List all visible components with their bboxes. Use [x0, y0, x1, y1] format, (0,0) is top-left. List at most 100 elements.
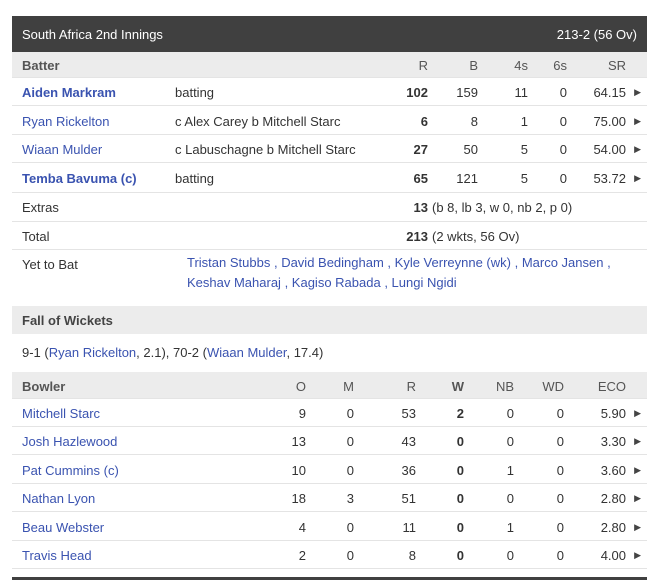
wides-value: 0 — [556, 520, 564, 535]
col-runs: R — [418, 58, 428, 73]
bowling-row: Josh Hazlewood 13 0 43 0 0 0 3.30 ▶ — [12, 427, 647, 455]
triangle-right-icon[interactable]: ▶ — [634, 550, 641, 561]
total-detail: (2 wkts, 56 Ov) — [432, 229, 520, 244]
no-balls-value: 0 — [506, 491, 514, 506]
bowler-name-link[interactable]: Josh Hazlewood — [22, 434, 117, 449]
batter-name-link[interactable]: Wiaan Mulder — [22, 142, 102, 157]
overs-value: 9 — [298, 406, 306, 421]
batter-name-link[interactable]: Aiden Markram — [22, 85, 116, 100]
fours-value: 11 — [514, 85, 529, 100]
player-separator: , — [603, 255, 611, 270]
col-sixes: 6s — [553, 58, 567, 73]
overs-value: 2 — [298, 548, 306, 563]
fall-of-wickets-title: Fall of Wickets — [22, 313, 113, 328]
player-separator: , — [380, 275, 392, 290]
yet-to-bat-player-link[interactable]: Tristan Stubbs — [187, 255, 270, 270]
maidens-value: 0 — [346, 434, 354, 449]
strike-rate-value: 53.72 — [593, 171, 626, 186]
col-batter: Batter — [22, 58, 60, 73]
wickets-value: 0 — [456, 520, 464, 535]
no-balls-value: 0 — [506, 434, 514, 449]
col-no-balls: NB — [495, 379, 514, 394]
maidens-value: 0 — [346, 520, 354, 535]
balls-value: 8 — [470, 114, 478, 129]
col-bowler: Bowler — [22, 379, 66, 394]
col-economy: ECO — [597, 379, 626, 394]
sixes-value: 0 — [559, 142, 567, 157]
yet-to-bat-player-link[interactable]: Kagiso Rabada — [292, 275, 381, 290]
batting-row: Temba Bavuma (c) batting 65 121 5 0 53.72 ▶ — [12, 164, 647, 193]
wickets-value: 0 — [456, 491, 464, 506]
player-separator: , — [280, 275, 292, 290]
maidens-value: 0 — [346, 406, 354, 421]
total-label: Total — [22, 229, 50, 244]
wickets-value: 0 — [456, 434, 464, 449]
maidens-value: 0 — [346, 463, 354, 478]
fow-2-batter-link[interactable]: Wiaan Mulder — [207, 345, 286, 360]
triangle-right-icon[interactable]: ▶ — [634, 144, 641, 155]
fours-value: 1 — [520, 114, 528, 129]
wides-value: 0 — [556, 434, 564, 449]
runs-conceded-value: 43 — [401, 434, 416, 449]
economy-value: 2.80 — [600, 520, 626, 535]
overs-value: 4 — [298, 520, 306, 535]
fall-of-wickets-text: 9-1 (Ryan Rickelton, 2.1), 70-2 (Wiaan M… — [22, 345, 323, 360]
triangle-right-icon[interactable]: ▶ — [634, 436, 641, 447]
col-overs: O — [295, 379, 306, 394]
dismissal-text: batting — [175, 171, 215, 186]
bowling-header-row: Bowler O M R W NB WD ECO — [12, 372, 647, 399]
triangle-right-icon[interactable]: ▶ — [634, 87, 641, 98]
triangle-right-icon[interactable]: ▶ — [634, 408, 641, 419]
wides-value: 0 — [556, 491, 564, 506]
bowler-name-link[interactable]: Beau Webster — [22, 520, 104, 535]
wickets-value: 2 — [456, 406, 464, 421]
triangle-right-icon[interactable]: ▶ — [634, 493, 641, 504]
bowler-name-link[interactable]: Nathan Lyon — [22, 491, 95, 506]
overs-value: 18 — [291, 491, 306, 506]
bowling-row: Beau Webster 4 0 11 0 1 0 2.80 ▶ — [12, 513, 647, 541]
runs-conceded-value: 8 — [408, 548, 416, 563]
fow-1-batter-link[interactable]: Ryan Rickelton — [49, 345, 136, 360]
col-wickets: W — [451, 379, 464, 394]
batter-name-link[interactable]: Ryan Rickelton — [22, 114, 109, 129]
bowling-row: Travis Head 2 0 8 0 0 0 4.00 ▶ — [12, 541, 647, 569]
sixes-value: 0 — [559, 114, 567, 129]
maidens-value: 0 — [346, 548, 354, 563]
runs-conceded-value: 51 — [401, 491, 416, 506]
runs-value: 27 — [413, 142, 428, 157]
fow-1-over: , 2.1), 70-2 ( — [136, 345, 207, 360]
runs-conceded-value: 11 — [402, 520, 417, 535]
no-balls-value: 1 — [506, 463, 514, 478]
yet-to-bat-player-link[interactable]: Keshav Maharaj — [187, 275, 281, 290]
dismissal-text: c Alex Carey b Mitchell Starc — [175, 114, 341, 129]
total-value: 213 — [406, 229, 428, 244]
fall-of-wickets-header: Fall of Wickets — [12, 306, 647, 334]
col-strike-rate: SR — [607, 58, 626, 73]
total-row: Total 213 (2 wkts, 56 Ov) — [12, 222, 647, 250]
bowling-row: Mitchell Starc 9 0 53 2 0 0 5.90 ▶ — [12, 399, 647, 427]
runs-conceded-value: 36 — [401, 463, 416, 478]
sixes-value: 0 — [559, 85, 567, 100]
triangle-right-icon[interactable]: ▶ — [634, 116, 641, 127]
economy-value: 3.30 — [600, 434, 626, 449]
triangle-right-icon[interactable]: ▶ — [634, 522, 641, 533]
innings-title: South Africa 2nd Innings — [22, 26, 163, 42]
economy-value: 4.00 — [600, 548, 626, 563]
balls-value: 121 — [456, 171, 478, 186]
yet-to-bat-player-link[interactable]: Lungi Ngidi — [392, 275, 457, 290]
batter-name-link[interactable]: Temba Bavuma (c) — [22, 171, 137, 186]
yet-to-bat-player-link[interactable]: Marco Jansen — [522, 255, 604, 270]
bowler-name-link[interactable]: Mitchell Starc — [22, 406, 100, 421]
overs-value: 10 — [291, 463, 306, 478]
player-separator: , — [270, 255, 282, 270]
bowler-name-link[interactable]: Pat Cummins (c) — [22, 463, 119, 478]
yet-to-bat-player-link[interactable]: David Bedingham — [281, 255, 384, 270]
yet-to-bat-player-link[interactable]: Kyle Verreynne (wk) — [395, 255, 511, 270]
triangle-right-icon[interactable]: ▶ — [634, 173, 641, 184]
bowler-name-link[interactable]: Travis Head — [22, 548, 92, 563]
col-balls: B — [469, 58, 478, 73]
triangle-right-icon[interactable]: ▶ — [634, 465, 641, 476]
overs-value: 13 — [291, 434, 306, 449]
batting-row: Ryan Rickelton c Alex Carey b Mitchell St… — [12, 107, 647, 135]
col-wides: WD — [542, 379, 564, 394]
